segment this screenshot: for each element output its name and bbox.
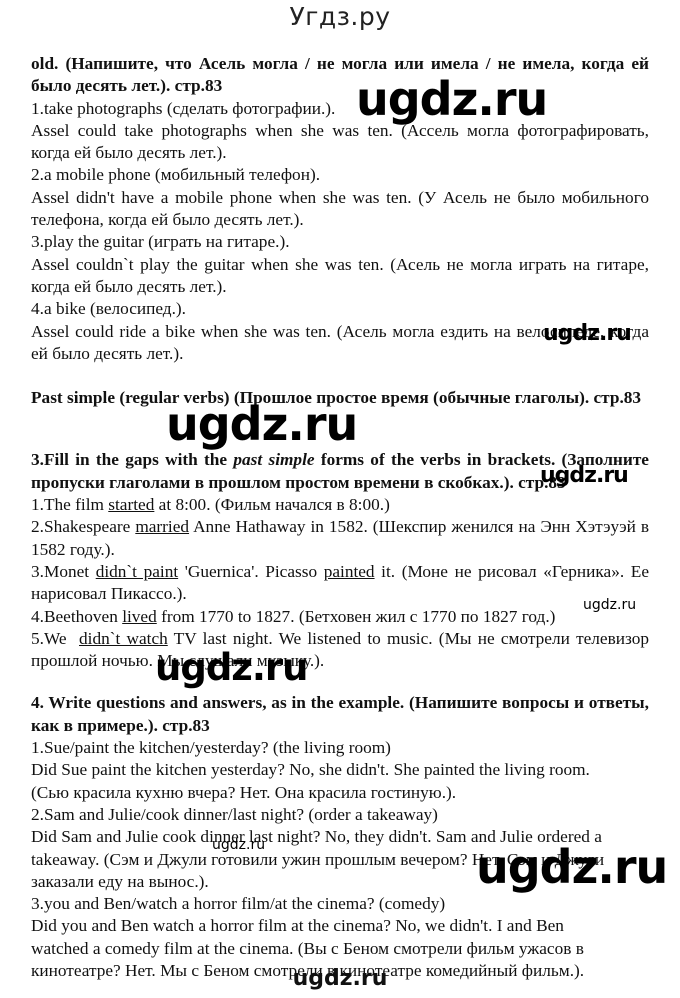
watermark: ugdz.ru [543,321,632,346]
text: 3.Monet [31,561,96,581]
section4-item1-line2: (Сью красила кухню вчера? Нет. Она краси… [31,782,457,802]
text: from 1770 to 1827. (Бетховен жил с 1770 … [156,606,556,626]
section3-item-3: 3.Monet didn`t paint 'Guernica'. Picasso… [31,561,649,606]
answer-verb: painted [323,561,375,581]
watermark: ugdz.ru [356,72,548,126]
answer-verb: started [108,495,155,515]
watermark: ugdz.ru [166,397,358,451]
section1-item2-answer: Assel didn't have a mobile phone when sh… [31,187,649,230]
watermark: ugdz.ru [583,597,637,613]
section4-item1-prompt: 1.Sue/paint the kitchen/yesterday? (the … [31,738,391,758]
text: 5.We [31,628,79,648]
watermark: ugdz.ru [476,840,668,894]
text: 'Guernica'. Picasso [178,561,324,581]
answer-verb: married [135,517,190,537]
section3-item-2: 2.Shakespeare married Anne Hathaway in 1… [31,516,649,561]
footer-watermark: ugdz.ru [292,966,388,991]
section1-item1-answer: Assel could take photographs when she wa… [31,120,649,163]
section1-heading: old. (Напишите, что Асель могла / не мог… [31,54,649,96]
watermark: ugdz.ru [540,463,629,488]
section3-heading-pre: 3.Fill in the gaps with the [31,450,234,470]
text: 2.Shakespeare [31,517,136,537]
section4-item3-line1: Did you and Ben watch a horror film at t… [31,916,564,936]
section3-item-1: 1.The film started at 8:00. (Фильм начал… [31,494,649,516]
section1-item2-prompt: 2.a mobile phone (мобильный телефон). [31,165,321,185]
section1-item4-prompt: 4.a bike (велосипед.). [31,299,186,319]
section1-item3-prompt: 3.play the guitar (играть на гитаре.). [31,232,290,252]
section1-item1-prompt: 1.take photographs (сделать фотографии.)… [31,98,336,118]
section3-item-4: 4.Beethoven lived from 1770 to 1827. (Бе… [31,606,649,628]
watermark: ugdz.ru [212,837,266,853]
section4-item1-line1: Did Sue paint the kitchen yesterday? No,… [31,760,590,780]
text: 4.Beethoven [31,606,123,626]
text: 1.The film [31,495,109,515]
text: at 8:00. (Фильм начался в 8:00.) [154,495,390,515]
answer-verb: lived [122,606,157,626]
section3-heading-italic: past simple [233,450,315,470]
watermark: ugdz.ru [155,646,308,689]
site-title: Угдз.ру [289,2,391,31]
section3-item-5: 5.We didn`t watch TV last night. We list… [31,628,649,673]
section4-item3-line2: watched a comedy film at the cinema. (Вы… [31,938,584,958]
section1-item3-answer: Assel couldn`t play the guitar when she … [31,254,649,296]
answer-verb: didn`t watch [79,628,168,648]
section4-heading: 4. Write questions and answers, as in th… [31,693,649,735]
section4-item3-prompt: 3.you and Ben/watch a horror film/at the… [31,894,446,914]
answer-verb: didn`t paint [95,561,179,581]
section4-item2-prompt: 2.Sam and Julie/cook dinner/last night? … [31,804,438,824]
